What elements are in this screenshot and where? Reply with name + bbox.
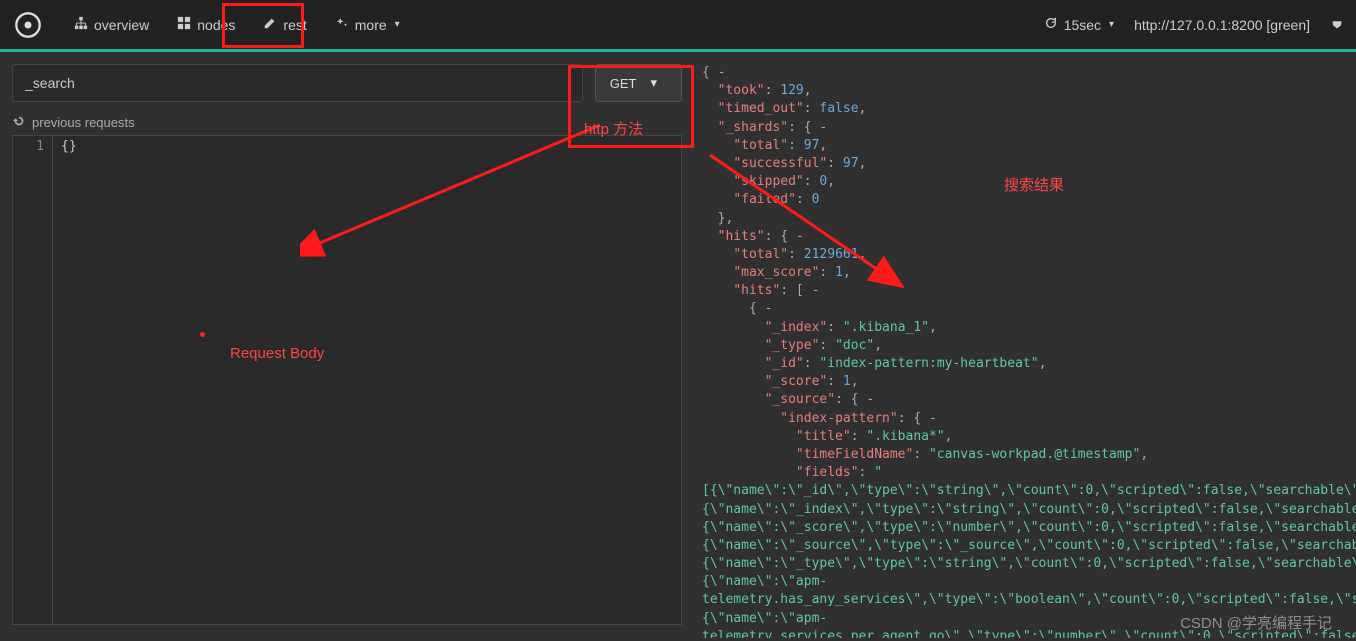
cluster-host[interactable]: http://127.0.0.1:8200 [green] bbox=[1134, 17, 1310, 33]
body-text: {} bbox=[61, 139, 77, 154]
nav-rest[interactable]: rest bbox=[249, 0, 320, 49]
disconnect-button[interactable] bbox=[1330, 16, 1344, 33]
main-content: GET ▾ previous requests 1 {} { - "took":… bbox=[0, 52, 1356, 638]
nav-label: rest bbox=[283, 17, 306, 33]
method-label: GET bbox=[610, 76, 637, 91]
nav-overview[interactable]: overview bbox=[60, 0, 163, 49]
magic-icon bbox=[335, 16, 349, 33]
refresh-label: 15sec bbox=[1064, 17, 1101, 33]
nav-more[interactable]: more bbox=[321, 0, 414, 49]
nav-label: more bbox=[355, 17, 387, 33]
previous-requests-link[interactable]: previous requests bbox=[12, 114, 682, 131]
line-number: 1 bbox=[13, 139, 44, 154]
refresh-icon bbox=[1044, 16, 1058, 33]
grid-icon bbox=[177, 16, 191, 33]
editor-content[interactable]: {} bbox=[53, 136, 681, 624]
host-label: http://127.0.0.1:8200 [green] bbox=[1134, 17, 1310, 33]
history-icon bbox=[12, 114, 26, 131]
request-body-editor[interactable]: 1 {} bbox=[12, 135, 682, 625]
refresh-interval[interactable]: 15sec bbox=[1044, 16, 1114, 33]
watermark: CSDN @学亮编程手记 bbox=[1180, 612, 1332, 633]
nav-label: overview bbox=[94, 17, 149, 33]
logo bbox=[12, 9, 44, 41]
nav-nodes[interactable]: nodes bbox=[163, 0, 249, 49]
plug-icon bbox=[1330, 16, 1344, 33]
prev-req-label: previous requests bbox=[32, 115, 135, 130]
nav-label: nodes bbox=[197, 17, 235, 33]
editor-gutter: 1 bbox=[13, 136, 53, 624]
navbar: overview nodes rest more 15sec bbox=[0, 0, 1356, 52]
edit-icon bbox=[263, 16, 277, 33]
path-input[interactable] bbox=[12, 64, 583, 102]
response-panel: { - "took": 129, "timed_out": false, "_s… bbox=[694, 52, 1356, 638]
chevron-down-icon: ▾ bbox=[650, 75, 657, 91]
http-method-select[interactable]: GET ▾ bbox=[595, 64, 682, 102]
request-panel: GET ▾ previous requests 1 {} bbox=[0, 52, 694, 638]
sitemap-icon bbox=[74, 16, 88, 33]
